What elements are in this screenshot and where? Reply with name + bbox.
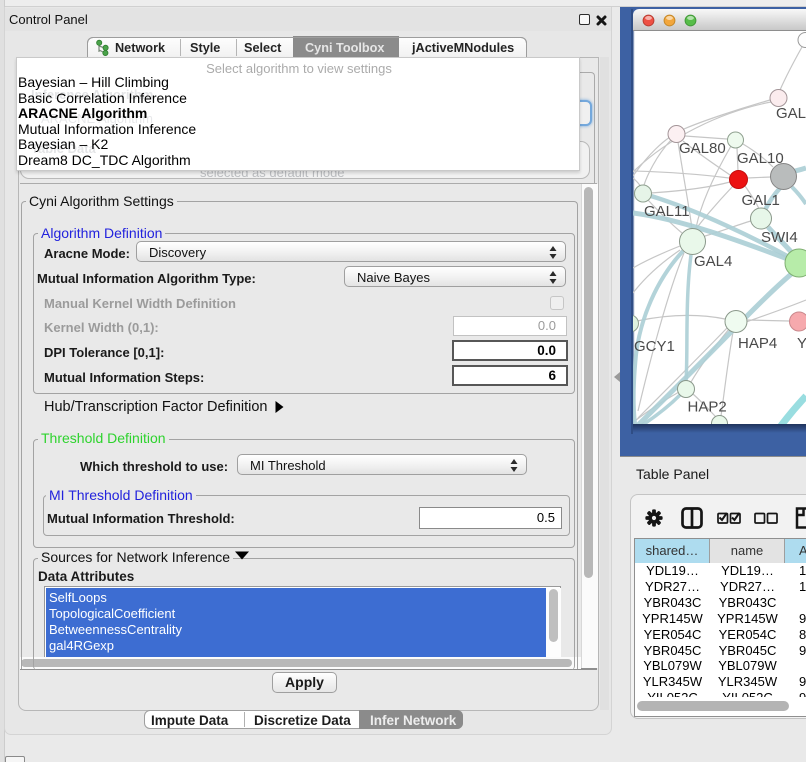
svg-text:GAL80: GAL80 (679, 140, 726, 157)
svg-text:GCY1: GCY1 (634, 338, 675, 355)
svg-text:GAL1: GAL1 (742, 192, 780, 209)
svg-text:HAP2: HAP2 (688, 399, 727, 416)
svg-text:GAL7: GAL7 (776, 105, 806, 122)
svg-text:YJR048W: YJR048W (797, 335, 806, 352)
svg-text:GAL10: GAL10 (737, 150, 784, 167)
svg-text:GAL4: GAL4 (694, 253, 732, 270)
svg-text:SWI4: SWI4 (761, 229, 798, 246)
svg-text:HAP4: HAP4 (738, 335, 777, 352)
svg-text:GAL11: GAL11 (644, 203, 690, 220)
